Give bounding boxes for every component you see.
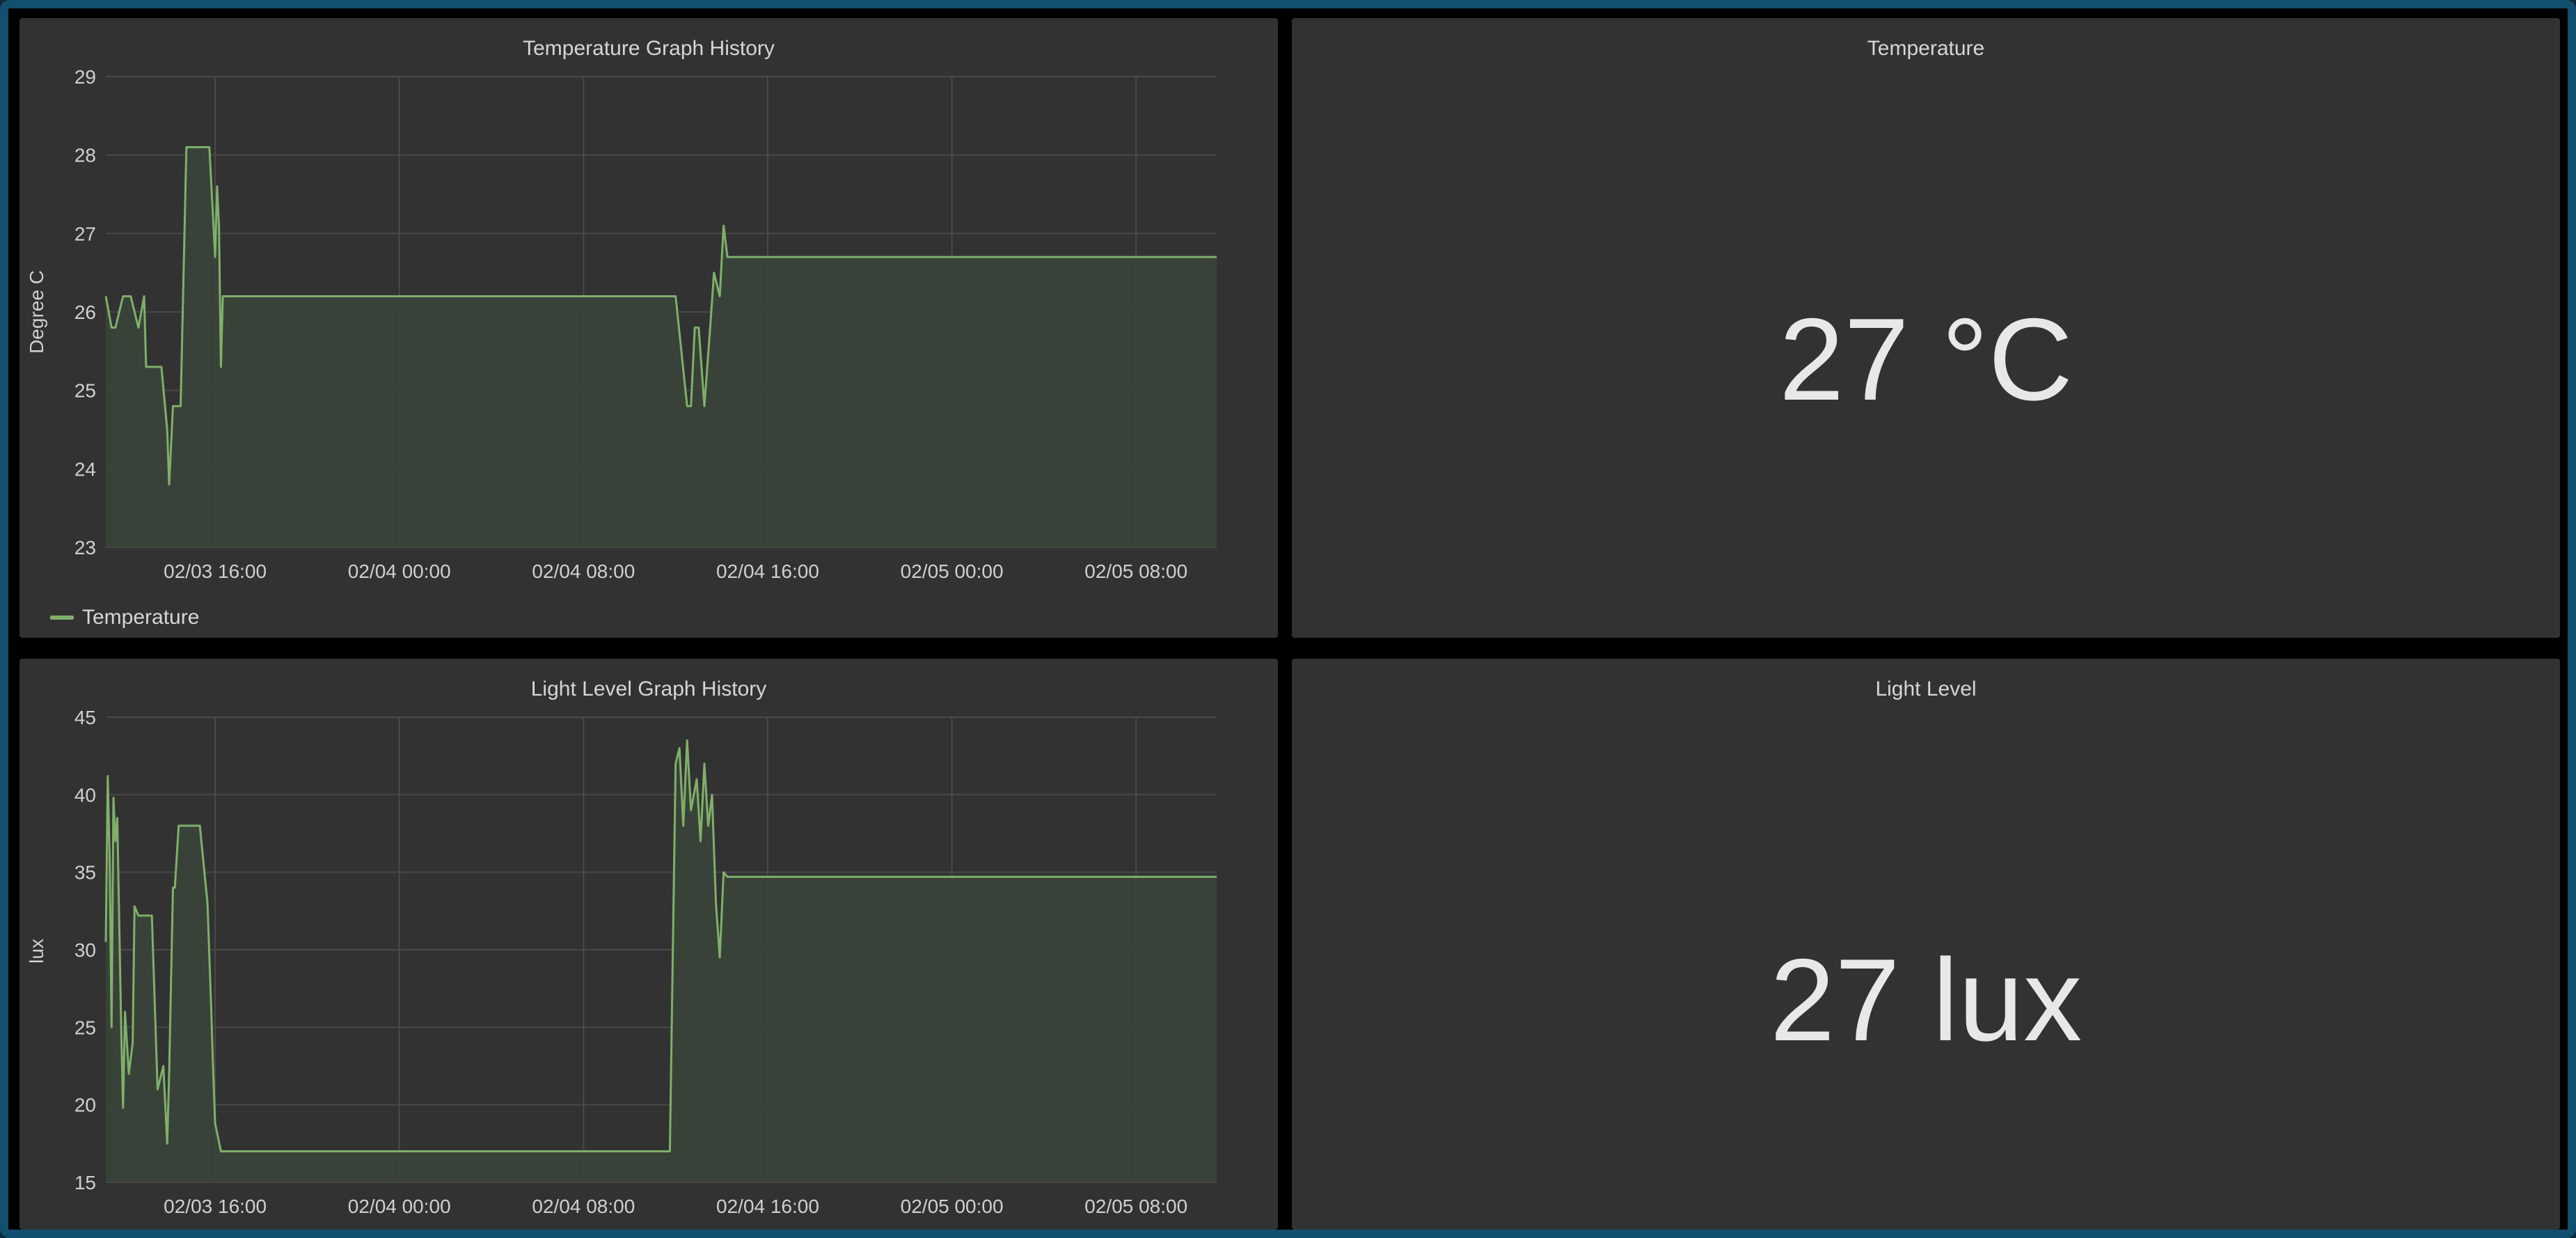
y-tick-label: 29 [74, 66, 96, 88]
temperature-current-panel: Temperature 27 °C [1292, 18, 2560, 638]
y-tick-label: 28 [74, 145, 96, 166]
y-tick-label: 26 [74, 301, 96, 323]
x-tick-label: 02/03 16:00 [164, 1196, 267, 1217]
y-tick-label: 25 [74, 380, 96, 402]
y-tick-label: 23 [74, 537, 96, 558]
temperature-chart: 23 24 25 26 27 28 29 02/03 16:00 02/04 00:00 02/0… [26, 66, 1217, 582]
light-current-panel: Light Level 27 lux [1292, 659, 2560, 1230]
y-tick-label: 24 [74, 458, 96, 480]
legend-label: Temperature [82, 606, 200, 629]
y-tick-label: 25 [74, 1017, 96, 1038]
temperature-value: 27 °C [1778, 294, 2073, 425]
y-tick-label: 30 [74, 939, 96, 961]
x-tick-label: 02/03 16:00 [164, 561, 267, 582]
y-axis-label: Degree C [26, 270, 47, 354]
x-tick-label: 02/05 00:00 [901, 561, 1004, 582]
light-history-panel: Light Level Graph History 15 20 25 30 35 40 45… [19, 659, 1278, 1230]
y-axis-label: lux [26, 939, 47, 964]
chart-legend[interactable]: Temperature [50, 606, 199, 629]
series-area [106, 147, 1217, 547]
y-tick-label: 35 [74, 862, 96, 884]
light-level-value: 27 lux [1769, 934, 2083, 1065]
temperature-history-panel: Temperature Graph History 23 24 25 26 27 28 29… [19, 18, 1278, 638]
y-tick-label: 45 [74, 707, 96, 728]
x-tick-label: 02/05 00:00 [901, 1196, 1004, 1217]
y-tick-label: 15 [74, 1172, 96, 1193]
x-tick-label: 02/04 16:00 [716, 1196, 819, 1217]
light-level-chart: 15 20 25 30 35 40 45 02/03 16:00 02/04 00:00 02/0… [26, 707, 1217, 1217]
x-tick-label: 02/04 16:00 [716, 561, 819, 582]
y-tick-label: 27 [74, 223, 96, 244]
x-tick-label: 02/04 00:00 [348, 1196, 451, 1217]
x-tick-label: 02/05 08:00 [1084, 1196, 1187, 1217]
legend-swatch [50, 616, 74, 620]
x-tick-label: 02/04 08:00 [532, 1196, 635, 1217]
series-area [106, 740, 1217, 1182]
y-tick-label: 40 [74, 784, 96, 806]
x-tick-label: 02/04 00:00 [348, 561, 451, 582]
y-tick-label: 20 [74, 1095, 96, 1116]
x-tick-label: 02/04 08:00 [532, 561, 635, 582]
x-tick-label: 02/05 08:00 [1084, 561, 1187, 582]
panel-title: Light Level [1875, 677, 1977, 700]
panel-title: Temperature [1867, 37, 1985, 60]
dashboard-frame: Temperature Graph History 23 24 25 26 27 28 29… [0, 0, 2576, 1238]
